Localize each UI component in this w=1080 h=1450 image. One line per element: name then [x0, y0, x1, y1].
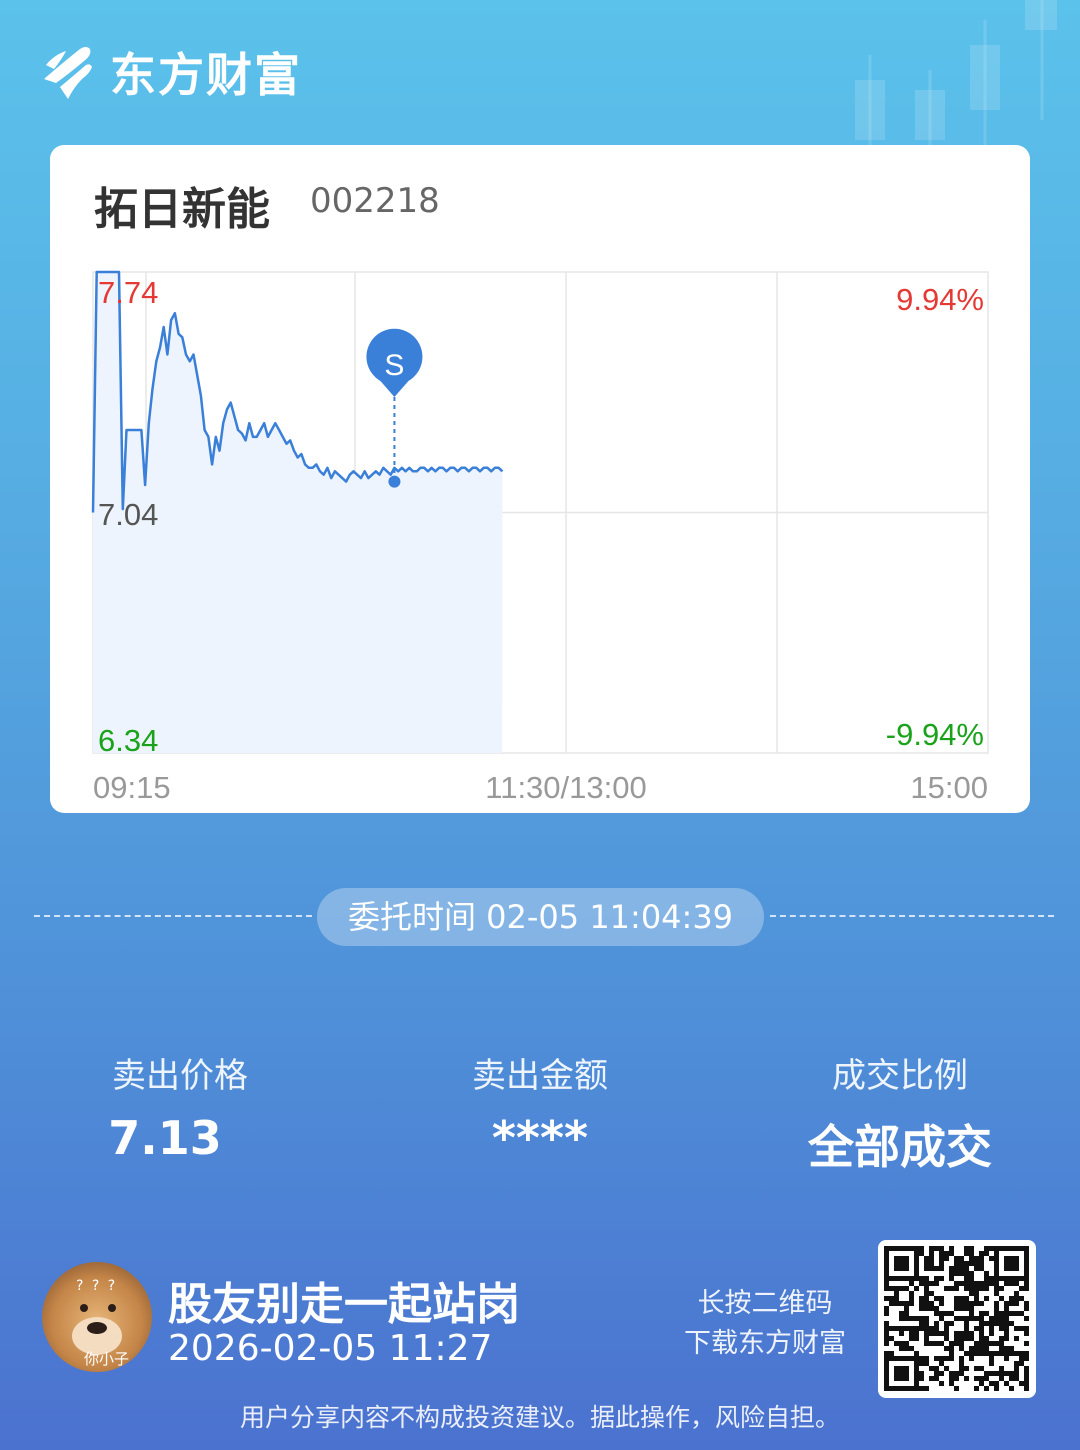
order-time-value: 02-05 11:04:39 — [486, 898, 734, 936]
qr-code[interactable] — [878, 1240, 1036, 1398]
qr-code-icon — [884, 1246, 1029, 1391]
avatar-caption: 你小子 — [84, 1350, 130, 1368]
user-name: 股友别走一起站岗 — [168, 1279, 520, 1330]
stat-value: **** — [491, 1111, 589, 1165]
marker-point — [388, 475, 401, 488]
sell-marker-label: S — [384, 349, 404, 382]
y-label-left: 7.74 — [98, 275, 158, 310]
y-label-left: 7.04 — [98, 497, 158, 532]
avatar-eye — [108, 1304, 116, 1312]
brand-logo: 东方财富 — [40, 40, 302, 104]
share-time: 2026-02-05 11:27 — [168, 1328, 493, 1369]
divider-right — [770, 915, 1054, 917]
y-label-right: 9.94% — [896, 282, 984, 317]
stock-chart-card: 拓日新能 002218 S 7.74 7.04 6.34 9.94% -9.94% 09:1… — [50, 145, 1030, 813]
qr-hint-line2: 下载东方财富 — [684, 1328, 846, 1359]
qr-hint-line1: 长按二维码 — [697, 1288, 833, 1319]
stat-label: 卖出金额 — [472, 1056, 608, 1096]
qr-hint: 长按二维码 下载东方财富 — [670, 1284, 860, 1364]
avatar-eye — [80, 1304, 88, 1312]
y-label-right: -9.94% — [886, 717, 984, 752]
eastmoney-logo-icon — [44, 47, 92, 99]
order-time-pill: 委托时间 02-05 11:04:39 — [317, 888, 764, 946]
order-time-label: 委托时间 — [347, 898, 476, 936]
stat-fill-ratio: 成交比例 全部成交 — [750, 1048, 1050, 1177]
stat-value: 全部成交 — [808, 1120, 992, 1174]
avatar[interactable]: ? ? ? 你小子 — [42, 1262, 152, 1372]
stat-label: 卖出价格 — [112, 1056, 248, 1096]
intraday-chart: S 7.74 7.04 6.34 9.94% -9.94% 09:15 11:30/13:00… — [91, 270, 989, 805]
divider-left — [34, 915, 312, 917]
stat-value: 7.13 — [108, 1111, 222, 1165]
avatar-nose — [87, 1322, 107, 1334]
avatar-marks: ? ? ? — [76, 1278, 118, 1294]
x-tick-label: 15:00 — [910, 770, 988, 805]
stat-label: 成交比例 — [832, 1056, 968, 1096]
y-label-left: 6.34 — [98, 723, 158, 758]
stat-sell-price: 卖出价格 7.13 — [30, 1048, 330, 1165]
disclaimer: 用户分享内容不构成投资建议。据此操作，风险自担。 — [239, 1403, 840, 1432]
background-candles — [855, 0, 1057, 150]
x-tick-label: 09:15 — [93, 770, 171, 805]
stat-sell-amount: 卖出金额 **** — [390, 1048, 690, 1165]
brand-name: 东方财富 — [110, 48, 302, 102]
x-tick-label: 11:30/13:00 — [485, 770, 646, 805]
